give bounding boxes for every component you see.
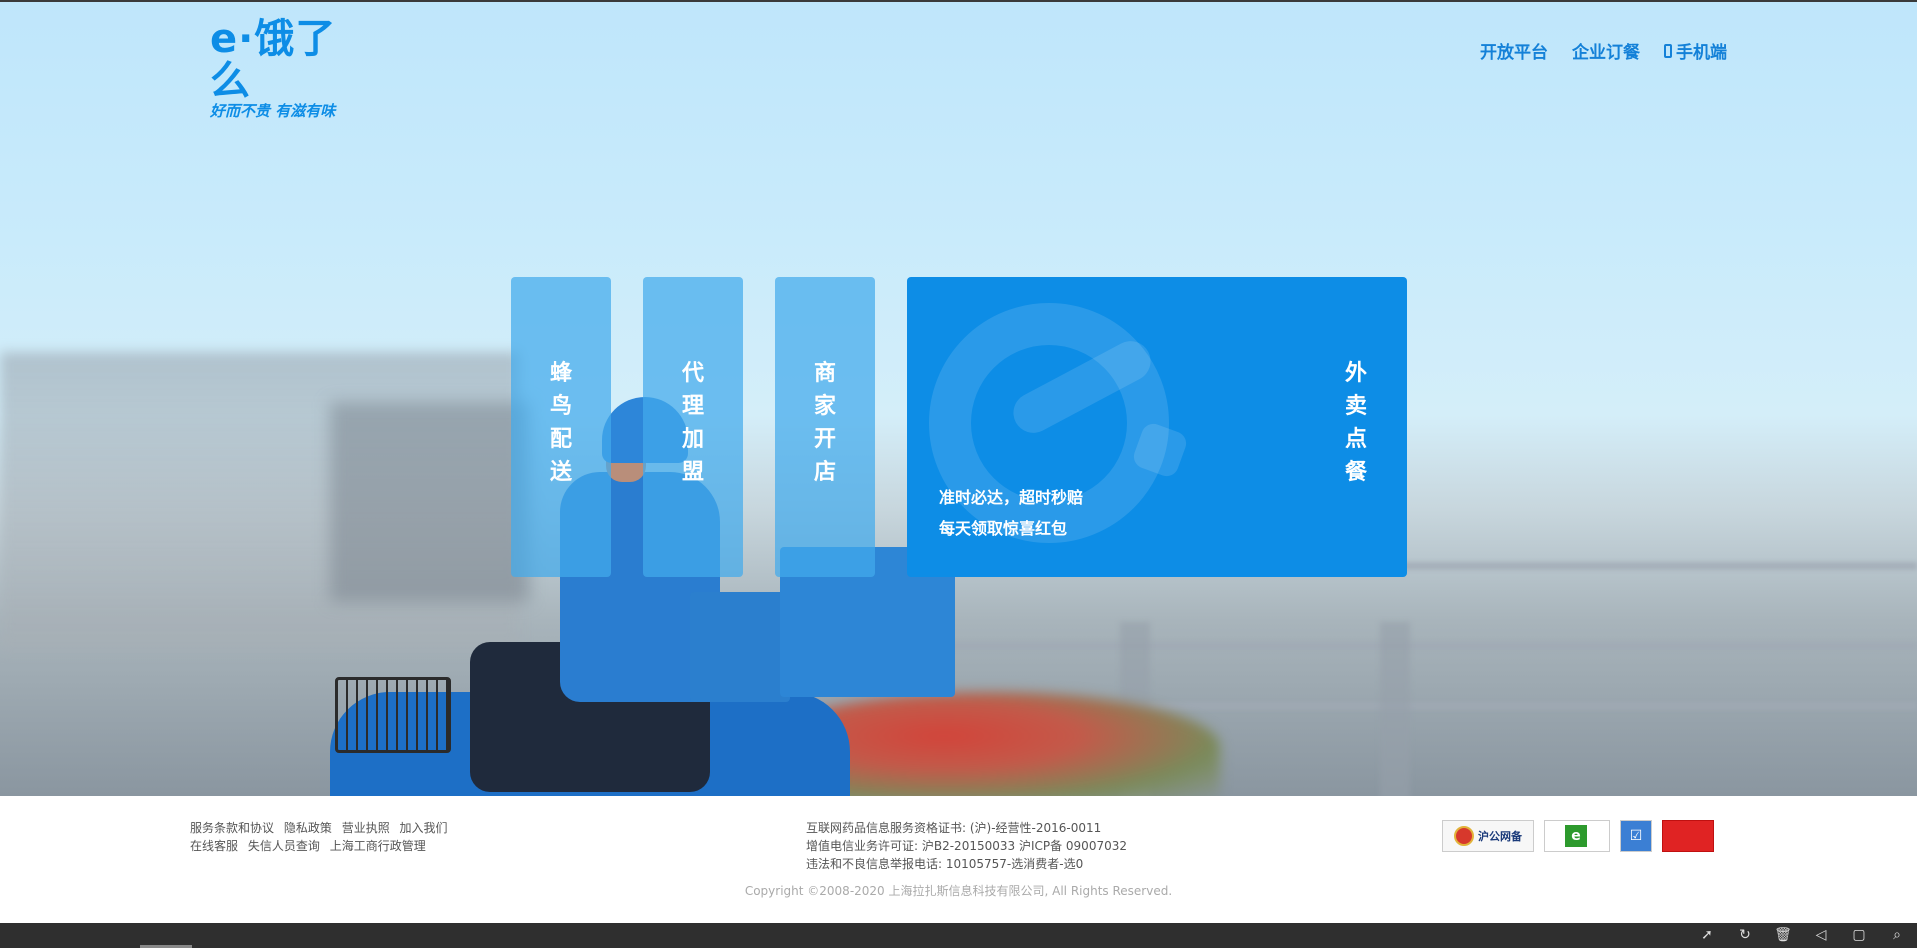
eleme-logo[interactable]: e·饿了么 好而不贵 有滋有味	[210, 18, 370, 120]
license-telecom: 增值电信业务许可证: 沪B2-20150033 沪ICP备 09007032	[806, 839, 1127, 853]
badge-police-record[interactable]: 沪公网备	[1442, 820, 1534, 852]
nav-open-platform[interactable]: 开放平台	[1480, 38, 1548, 63]
top-nav: 开放平台 企业订餐 手机端	[1480, 38, 1727, 63]
logo-text: e·饿了么	[210, 16, 337, 104]
nav-mobile[interactable]: 手机端	[1664, 38, 1727, 63]
site-footer: 服务条款和协议 隐私政策 营业执照 加入我们 在线客服 失信人员查询 上海工商行…	[0, 796, 1917, 923]
main-panel-line2: 每天领取惊喜红包	[939, 519, 1068, 538]
link-terms[interactable]: 服务条款和协议	[190, 821, 274, 835]
license-drug-info: 互联网药品信息服务资格证书: (沪)-经营性-2016-0011	[806, 821, 1102, 835]
volume-icon[interactable]: ◁	[1811, 926, 1831, 945]
link-license[interactable]: 营业执照	[342, 821, 390, 835]
panel-label: 代理加盟	[643, 357, 743, 489]
report-center-icon: e	[1565, 825, 1587, 847]
police-emblem-icon	[1454, 826, 1474, 846]
link-shanghai-admin[interactable]: 上海工商行政管理	[330, 839, 426, 853]
taskbar-tray: ➚ ↻ 🗑 ◁ ▢ ⌕	[1697, 926, 1907, 945]
delivery-box	[690, 592, 790, 702]
verify-icon: ☑	[1629, 828, 1643, 844]
main-panel-title: 外卖点餐	[1341, 357, 1371, 489]
nav-enterprise-order[interactable]: 企业订餐	[1572, 38, 1640, 63]
badge-report-center[interactable]: e	[1544, 820, 1610, 852]
footer-links-row1: 服务条款和协议 隐私政策 营业执照 加入我们	[190, 819, 454, 837]
trash-icon[interactable]: 🗑	[1773, 926, 1793, 945]
logo-slogan: 好而不贵 有滋有味	[210, 102, 336, 120]
site-header: e·饿了么 好而不贵 有滋有味 开放平台 企业订餐 手机端	[0, 0, 1917, 120]
badge-net-police[interactable]	[1662, 820, 1714, 852]
badge-police-title: 沪公网备	[1478, 830, 1522, 843]
panel-label-text: 商家开店	[813, 361, 836, 485]
panel-label-text: 代理加盟	[681, 361, 704, 485]
panel-food-delivery[interactable]: 外卖点餐 准时必达，超时秒赔 每天领取惊喜红包	[907, 277, 1407, 577]
railing-post	[1380, 622, 1410, 796]
link-dishonest-query[interactable]: 失信人员查询	[248, 839, 320, 853]
footer-links-row2: 在线客服 失信人员查询 上海工商行政管理	[190, 837, 454, 855]
footer-links: 服务条款和协议 隐私政策 营业执照 加入我们 在线客服 失信人员查询 上海工商行…	[190, 819, 454, 855]
link-join-us[interactable]: 加入我们	[400, 821, 448, 835]
badge-verify[interactable]: ☑	[1620, 820, 1652, 852]
panel-label-text: 蜂鸟配送	[549, 361, 572, 485]
panel-agent-join[interactable]: 代理加盟	[643, 277, 743, 577]
link-privacy[interactable]: 隐私政策	[284, 821, 332, 835]
background-building	[330, 402, 530, 602]
rocket-icon[interactable]: ➚	[1697, 926, 1717, 945]
main-panel-title-text: 外卖点餐	[1344, 361, 1367, 485]
panel-fengniao-delivery[interactable]: 蜂鸟配送	[511, 277, 611, 577]
link-online-service[interactable]: 在线客服	[190, 839, 238, 853]
footer-badges: 沪公网备 e ☑	[1442, 820, 1714, 852]
taskbar: ➚ ↻ 🗑 ◁ ▢ ⌕	[0, 923, 1917, 948]
refresh-icon[interactable]: ↻	[1735, 926, 1755, 945]
report-hotline: 违法和不良信息举报电话: 10105757-选消费者-选0	[806, 857, 1084, 871]
search-icon[interactable]: ⌕	[1887, 926, 1907, 945]
main-panel-line1: 准时必达，超时秒赔	[939, 488, 1084, 507]
panel-merchant-open[interactable]: 商家开店	[775, 277, 875, 577]
scooter-basket	[335, 677, 451, 753]
window-icon[interactable]: ▢	[1849, 926, 1869, 945]
phone-icon	[1664, 43, 1672, 58]
nav-mobile-label: 手机端	[1676, 43, 1727, 63]
panel-label: 蜂鸟配送	[511, 357, 611, 489]
footer-license-info: 互联网药品信息服务资格证书: (沪)-经营性-2016-0011 增值电信业务许…	[806, 819, 1127, 873]
panel-label: 商家开店	[775, 357, 875, 489]
copyright: Copyright ©2008-2020 上海拉扎斯信息科技有限公司, All …	[744, 884, 1173, 898]
